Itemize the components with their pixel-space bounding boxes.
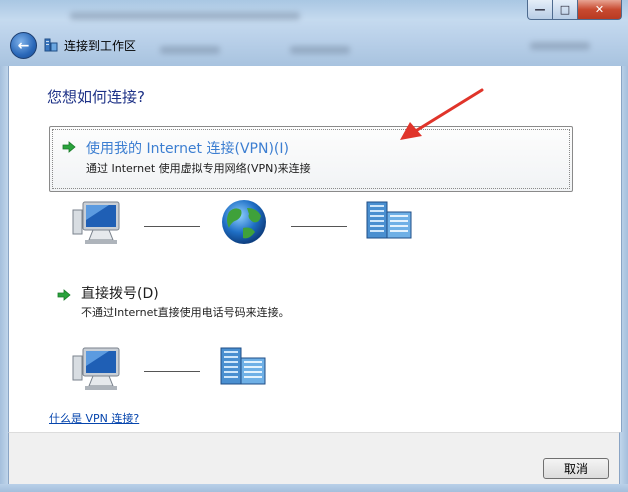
button-bar: 取消 [8,432,620,484]
maximize-button[interactable]: □ [553,0,578,20]
connection-line [144,226,200,227]
wizard-content: 您想如何连接? 使用我的 Internet 连接(VPN)(I) 通过 Inte… [8,66,622,432]
computer-icon [72,347,120,390]
computer-icon [72,201,120,244]
globe-icon [222,200,266,244]
what-is-vpn-link[interactable]: 什么是 VPN 连接? [49,410,139,426]
window-controls: — □ ✕ [527,0,622,20]
window-frame-left [0,66,8,484]
annotation-arrow-icon [400,88,484,140]
option-vpn[interactable]: 使用我的 Internet 连接(VPN)(I) 通过 Internet 使用虚… [49,126,573,192]
window-title: 连接到工作区 [64,39,137,53]
cancel-button[interactable]: 取消 [543,458,609,479]
connection-line [291,226,347,227]
connect-to-workplace-window: — □ ✕ ← 连接到工作区 您想如何连接? 使用我的 Internet 连接(… [0,0,628,492]
option-dialup-description: 不通过Internet直接使用电话号码来连接。 [81,306,290,319]
office-building-icon [366,201,412,239]
option-vpn-description: 通过 Internet 使用虚拟专用网络(VPN)来连接 [86,162,311,175]
green-arrow-icon [62,141,76,153]
option-vpn-title: 使用我的 Internet 连接(VPN)(I) [86,141,289,157]
green-arrow-icon [57,289,71,301]
minimize-button[interactable]: — [527,0,553,20]
title-bar: — □ ✕ ← 连接到工作区 [0,0,628,66]
option-dialup-title[interactable]: 直接拨号(D) [81,283,159,303]
window-frame-bottom [0,484,628,492]
page-heading: 您想如何连接? [47,88,145,106]
network-icon [44,38,58,52]
back-button[interactable]: ← [10,32,37,59]
connection-line [144,371,200,372]
back-arrow-icon: ← [17,37,30,54]
office-building-icon [220,347,266,385]
close-button[interactable]: ✕ [578,0,622,20]
